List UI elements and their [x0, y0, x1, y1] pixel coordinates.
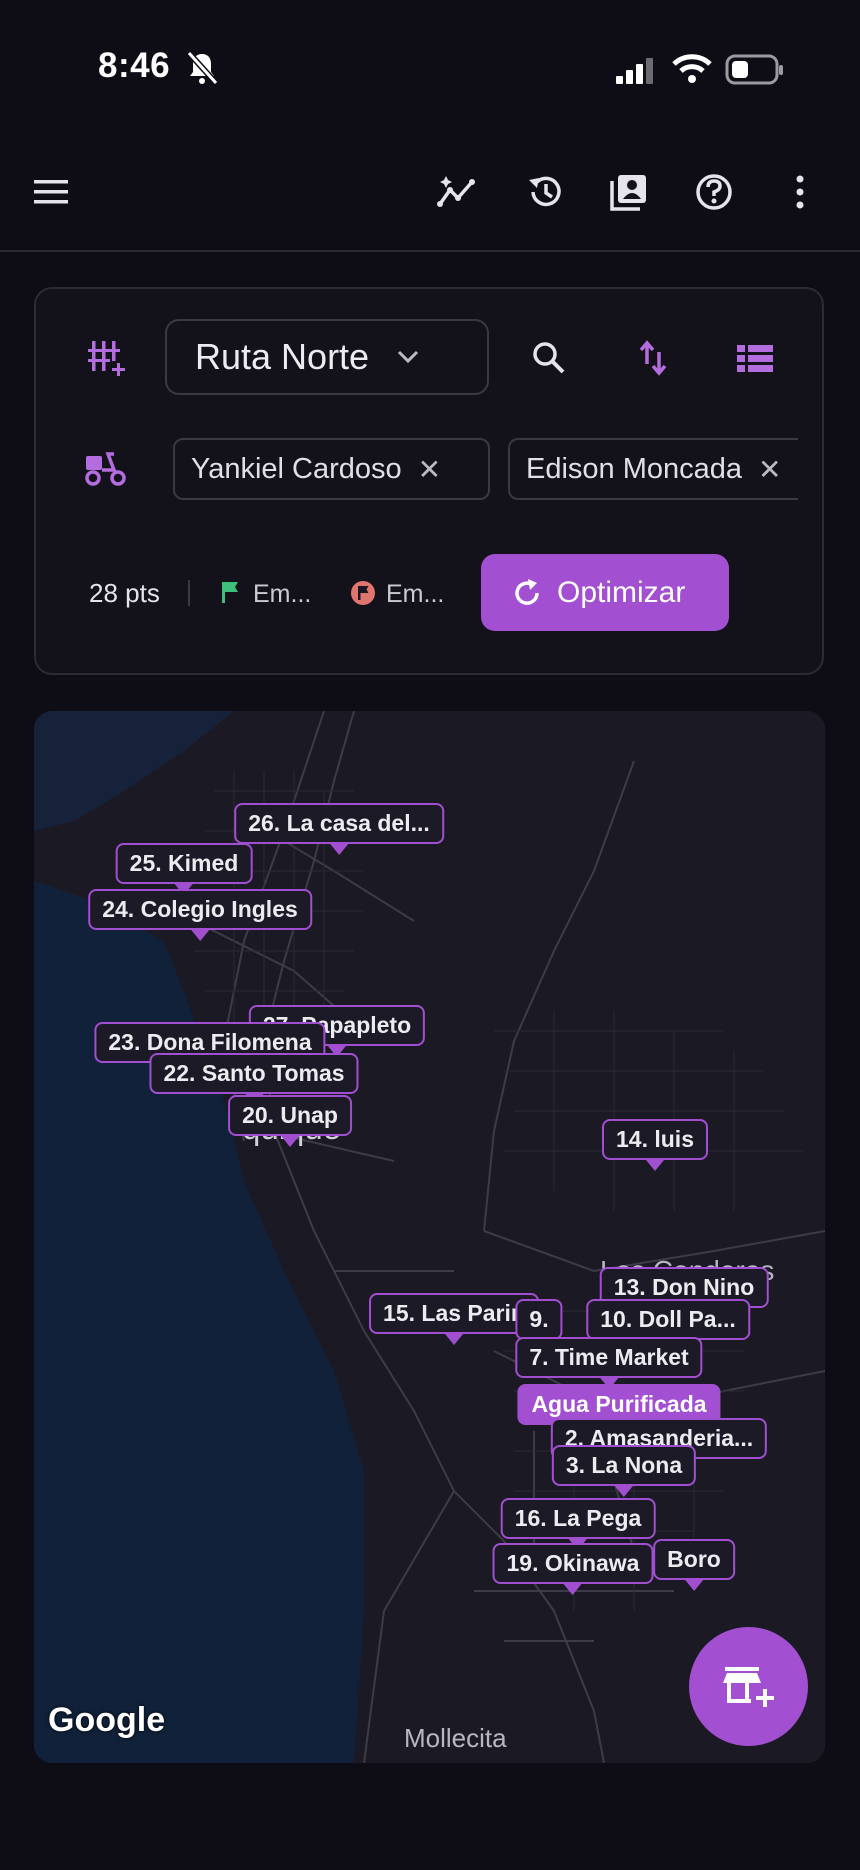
stop-label: 9. — [515, 1299, 563, 1340]
map-stop-marker[interactable]: 25. Kimed — [115, 843, 253, 895]
route-select-value: Ruta Norte — [195, 336, 370, 377]
map-stop-marker[interactable]: 26. La casa del... — [234, 803, 444, 855]
analytics-icon — [437, 176, 475, 207]
history-button[interactable] — [515, 162, 575, 222]
battery-icon — [725, 54, 783, 85]
menu-icon — [34, 180, 68, 204]
meta-divider — [188, 580, 190, 606]
stop-label: 20. Unap — [228, 1095, 352, 1136]
list-view-button[interactable] — [725, 328, 785, 388]
delivery-scooter-icon — [85, 452, 126, 486]
optimize-label: Optimizar — [557, 575, 686, 609]
stop-label: 22. Santo Tomas — [149, 1053, 359, 1094]
add-store-button[interactable] — [689, 1627, 808, 1746]
map-place-label: Mollecita — [404, 1723, 507, 1753]
stop-label: 15. Las Parin — [369, 1293, 539, 1334]
stop-label: 16. La Pega — [500, 1498, 656, 1539]
stop-label: 24. Colegio Ingles — [88, 889, 312, 930]
chevron-down-icon — [398, 350, 419, 364]
points-count: 28 pts — [89, 578, 160, 608]
map-stop-marker[interactable]: 24. Colegio Ingles — [88, 889, 312, 941]
analytics-button[interactable] — [428, 162, 488, 222]
status-time: 8:46 — [98, 46, 171, 85]
stop-label: 26. La casa del... — [234, 803, 444, 844]
start-location-label[interactable]: Em... — [253, 580, 311, 609]
swap-vert-icon — [639, 340, 667, 376]
app-bar-divider — [0, 250, 860, 252]
stop-label: 7. Time Market — [515, 1337, 703, 1378]
map-stop-marker[interactable]: 19. Okinawa — [492, 1543, 654, 1595]
driver-chip[interactable]: Yankiel Cardoso ✕ — [173, 438, 490, 500]
sort-button[interactable] — [623, 328, 683, 388]
map-stop-marker[interactable]: 14. luis — [602, 1119, 708, 1171]
map-stop-marker[interactable]: 3. La Nona — [551, 1445, 697, 1497]
map-stop-marker[interactable]: Boro — [653, 1539, 735, 1591]
history-icon — [529, 176, 561, 207]
flag-icon — [222, 582, 238, 603]
map-stop-marker[interactable]: 7. Time Market — [515, 1337, 703, 1389]
close-icon[interactable]: ✕ — [758, 453, 781, 486]
add-business-icon — [722, 1666, 774, 1707]
menu-button[interactable] — [22, 162, 82, 222]
cellular-signal-icon — [616, 58, 653, 84]
view-list-icon — [737, 345, 773, 372]
optimize-button[interactable]: Optimizar — [481, 554, 729, 631]
help-icon — [696, 174, 732, 210]
stop-label: 25. Kimed — [115, 843, 253, 884]
wifi-icon — [672, 54, 712, 83]
bell-off-icon — [186, 50, 218, 86]
driver-chip-label: Yankiel Cardoso — [191, 452, 402, 485]
driver-chip[interactable]: Edison Moncada ✕ — [508, 438, 798, 500]
help-button[interactable] — [684, 162, 744, 222]
stop-label: Boro — [653, 1539, 735, 1580]
stop-label: 14. luis — [602, 1119, 708, 1160]
more-options-button[interactable] — [770, 162, 830, 222]
close-icon[interactable]: ✕ — [418, 453, 441, 486]
route-map[interactable]: quique Los Condores Mollecita 26. La cas… — [34, 711, 825, 1763]
end-flag-icon — [351, 581, 375, 605]
driver-chip-label: Edison Moncada — [526, 452, 743, 485]
route-config-button[interactable] — [78, 327, 138, 387]
search-button[interactable] — [519, 328, 579, 388]
search-icon — [533, 342, 565, 374]
contacts-icon — [610, 175, 646, 211]
contacts-button[interactable] — [599, 162, 659, 222]
refresh-icon — [515, 578, 539, 605]
end-location-label[interactable]: Em... — [386, 580, 444, 609]
map-logo: Google — [48, 1701, 166, 1739]
stop-label: 19. Okinawa — [492, 1543, 654, 1584]
stop-label: 10. Doll Pa... — [586, 1299, 750, 1340]
more-vert-icon — [796, 175, 804, 209]
map-stop-marker[interactable]: 20. Unap — [228, 1095, 352, 1147]
map-stop-marker[interactable]: 15. Las Parin — [369, 1293, 539, 1345]
route-select[interactable]: Ruta Norte — [165, 319, 489, 395]
stop-label: 3. La Nona — [551, 1445, 697, 1486]
table-add-icon — [88, 341, 125, 376]
